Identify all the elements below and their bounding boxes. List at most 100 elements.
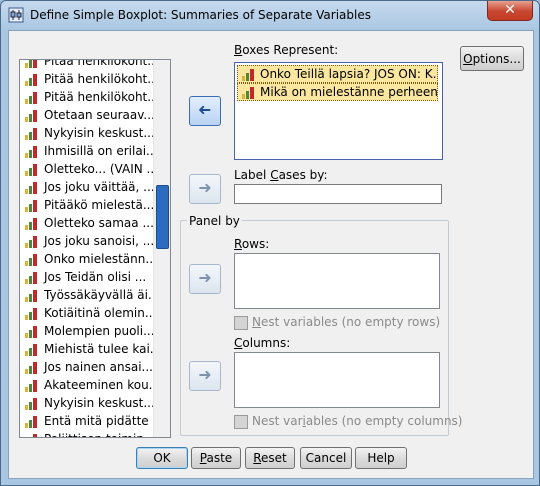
- variable-list-item[interactable]: Pitää henkilökoht...: [21, 70, 153, 88]
- ok-button[interactable]: OK: [136, 447, 188, 469]
- scale-variable-icon: [24, 217, 39, 230]
- label-cases-label: Label Cases by:: [234, 168, 328, 182]
- scale-variable-icon: [24, 181, 39, 194]
- variable-list-item[interactable]: Jos nainen ansai...: [21, 358, 153, 376]
- window-title: Define Simple Boxplot: Summaries of Sepa…: [30, 8, 371, 22]
- variable-label: Nykyisin keskust...: [44, 396, 153, 410]
- help-button[interactable]: Help: [355, 447, 407, 469]
- variable-list-item[interactable]: Nykyisin keskust...: [21, 124, 153, 142]
- scale-variable-icon: [24, 73, 39, 86]
- rows-list[interactable]: [234, 253, 440, 309]
- scale-variable-icon: [241, 86, 256, 99]
- scale-variable-icon: [24, 60, 39, 68]
- variable-label: Otetaan seuraav...: [44, 108, 153, 122]
- variable-label: Molempien puoli...: [44, 324, 153, 338]
- boxes-represent-label: Boxes Represent:: [234, 43, 339, 57]
- variable-label: Entä mitä pidätte ...: [44, 414, 153, 428]
- variable-label: Kotiäitinä olemin...: [44, 306, 153, 320]
- variable-list-item[interactable]: Akateeminen kou...: [21, 376, 153, 394]
- scale-variable-icon: [24, 199, 39, 212]
- nest-rows-label: Nest variables (no empty rows): [252, 315, 441, 329]
- scrollbar-thumb[interactable]: [156, 185, 169, 249]
- move-to-label-cases-arrow-icon[interactable]: ➜: [189, 174, 221, 204]
- variable-list-item[interactable]: Otetaan seuraav...: [21, 106, 153, 124]
- variable-label: Onko mielestänn...: [44, 252, 153, 266]
- columns-list[interactable]: [234, 352, 440, 408]
- paste-button[interactable]: Paste: [191, 447, 241, 469]
- dialog-body: Pitää henkilökoht... Pitää henkilökoht...…: [8, 30, 534, 479]
- variable-list-item[interactable]: Ihmisillä on erilai...: [21, 142, 153, 160]
- scale-variable-icon: [24, 307, 39, 320]
- nest-columns-label: Nest variables (no empty columns): [252, 414, 463, 428]
- scale-variable-icon: [24, 343, 39, 356]
- close-button[interactable]: ✕: [487, 1, 533, 21]
- variable-label: Poliittisen toimin...: [44, 432, 153, 437]
- cancel-button[interactable]: Cancel: [300, 447, 352, 469]
- scale-variable-icon: [24, 397, 39, 410]
- boxes-list-item[interactable]: Onko Teillä lapsia? JOS ON: K...: [237, 65, 438, 83]
- scale-variable-icon: [24, 271, 39, 284]
- source-variable-list[interactable]: Pitää henkilökoht... Pitää henkilökoht...…: [19, 59, 171, 438]
- scale-variable-icon: [24, 127, 39, 140]
- variable-list-item[interactable]: Poliittisen toimin...: [21, 430, 153, 437]
- scale-variable-icon: [24, 361, 39, 374]
- scale-variable-icon: [24, 91, 39, 104]
- variable-list-item[interactable]: Pitää henkilökoht...: [21, 88, 153, 106]
- variable-label: Oletteko samaa ...: [44, 216, 153, 230]
- dialog-window: Define Simple Boxplot: Summaries of Sepa…: [0, 0, 540, 486]
- scale-variable-icon: [24, 379, 39, 392]
- variable-list-item[interactable]: Jos Teidän olisi ...: [21, 268, 153, 286]
- variable-label: Nykyisin keskust...: [44, 126, 153, 140]
- reset-button[interactable]: Reset: [245, 447, 295, 469]
- variable-list-item[interactable]: Entä mitä pidätte ...: [21, 412, 153, 430]
- variable-label: Jos Teidän olisi ...: [44, 270, 147, 284]
- variable-list-item[interactable]: Työssäkäyvällä äi...: [21, 286, 153, 304]
- panel-by-legend: Panel by: [187, 214, 242, 228]
- options-button[interactable]: Options...: [460, 46, 524, 71]
- boxes-represent-list[interactable]: Onko Teillä lapsia? JOS ON: K... Mikä on…: [234, 62, 443, 160]
- variable-list-item[interactable]: Molempien puoli...: [21, 322, 153, 340]
- variable-label: Pitää henkilökoht...: [44, 90, 153, 104]
- variable-label: Jos joku väittää, ...: [44, 180, 153, 194]
- move-to-columns-arrow-icon[interactable]: ➜: [189, 361, 221, 391]
- variable-list-item[interactable]: Jos joku väittää, ...: [21, 178, 153, 196]
- scale-variable-icon: [24, 289, 39, 302]
- variable-label: Ihmisillä on erilai...: [44, 144, 153, 158]
- variable-list-item[interactable]: Pitää henkilökoht...: [21, 59, 153, 70]
- scale-variable-icon: [24, 163, 39, 176]
- variable-label: Oletteko... (VAIN ...: [44, 162, 153, 176]
- boxplot-icon: [8, 7, 24, 23]
- scale-variable-icon: [24, 325, 39, 338]
- variable-label: Pitää henkilökoht...: [44, 72, 153, 86]
- scale-variable-icon: [24, 109, 39, 122]
- variable-label: Pitääkö mielestä...: [44, 198, 153, 212]
- variable-label: Pitää henkilökoht...: [44, 59, 153, 68]
- rows-label: Rows:: [234, 237, 270, 251]
- nest-rows-checkbox[interactable]: [234, 316, 248, 330]
- label-cases-field[interactable]: [234, 184, 442, 204]
- boxes-list-item[interactable]: Mikä on mielestänne perheen i...: [237, 83, 438, 101]
- nest-columns-checkbox[interactable]: [234, 415, 248, 429]
- variable-label: Miehistä tulee kai...: [44, 342, 153, 356]
- title-bar: Define Simple Boxplot: Summaries of Sepa…: [1, 1, 539, 29]
- move-to-boxes-arrow-icon[interactable]: ➜: [189, 96, 221, 126]
- scale-variable-icon: [241, 68, 256, 81]
- scale-variable-icon: [24, 433, 39, 437]
- variable-list-item[interactable]: Oletteko... (VAIN ...: [21, 160, 153, 178]
- scale-variable-icon: [24, 145, 39, 158]
- variable-list-item[interactable]: Kotiäitinä olemin...: [21, 304, 153, 322]
- variable-label: Jos joku sanoisi, ...: [44, 234, 153, 248]
- columns-label: Columns:: [234, 336, 291, 350]
- variable-list-item[interactable]: Miehistä tulee kai...: [21, 340, 153, 358]
- variable-list-item[interactable]: Pitääkö mielestä...: [21, 196, 153, 214]
- arrow-glyph: ➜: [198, 100, 212, 119]
- variable-list-item[interactable]: Oletteko samaa ...: [21, 214, 153, 232]
- scale-variable-icon: [24, 253, 39, 266]
- variable-label: Työssäkäyvällä äi...: [44, 288, 153, 302]
- variable-label: Akateeminen kou...: [44, 378, 153, 392]
- variable-list-item[interactable]: Nykyisin keskust...: [21, 394, 153, 412]
- variable-list-item[interactable]: Jos joku sanoisi, ...: [21, 232, 153, 250]
- variable-list-scrollbar[interactable]: [153, 60, 170, 437]
- move-to-rows-arrow-icon[interactable]: ➜: [189, 264, 221, 294]
- variable-list-item[interactable]: Onko mielestänn...: [21, 250, 153, 268]
